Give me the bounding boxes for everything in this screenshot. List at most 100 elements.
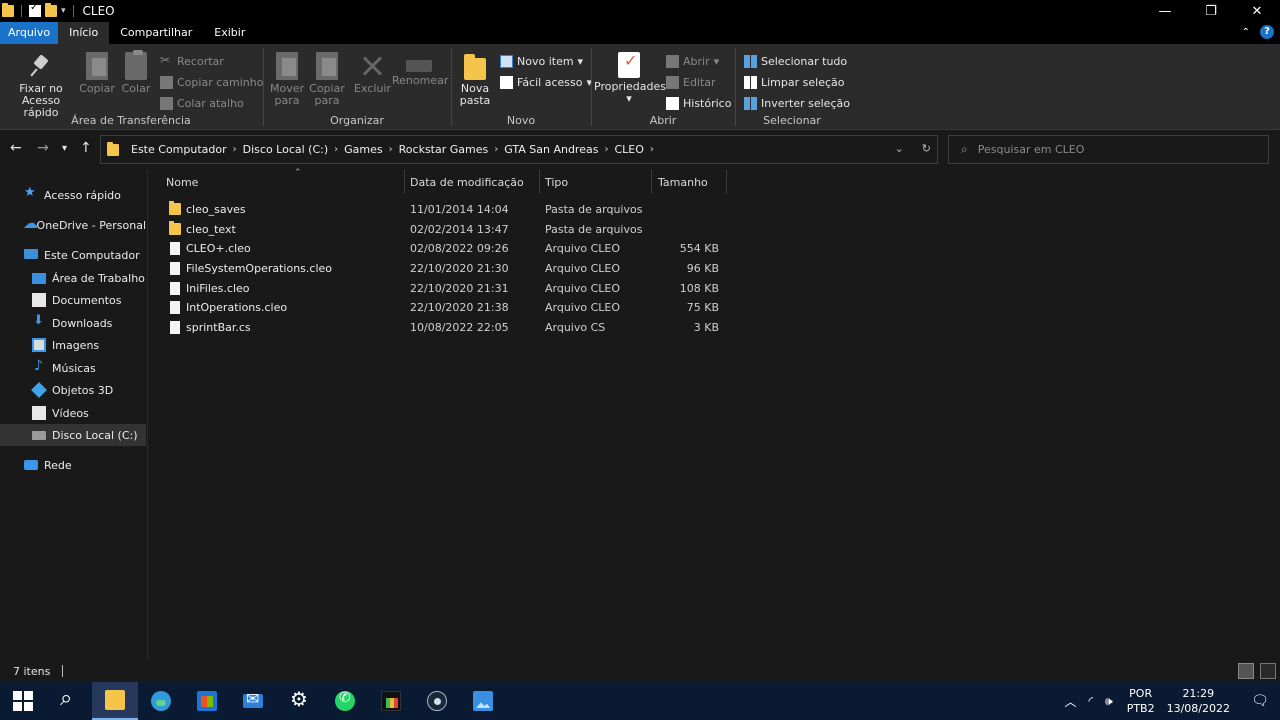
back-arrow-icon[interactable]: ← xyxy=(10,140,22,156)
chevron-right-icon[interactable]: › xyxy=(494,144,498,155)
file-row-cleo-saves[interactable]: cleo_saves 11/01/2014 14:04 Pasta de arq… xyxy=(149,199,739,219)
sidebar-item-quick-access[interactable]: Acesso rápido xyxy=(0,184,146,206)
properties-button[interactable]: Propriedades ▾ xyxy=(594,48,666,105)
breadcrumb-cleo[interactable]: CLEO xyxy=(614,143,643,156)
up-arrow-icon[interactable]: ↑ xyxy=(80,140,92,156)
close-button[interactable]: ✕ xyxy=(1234,0,1280,22)
sidebar-item-downloads[interactable]: Downloads xyxy=(0,312,146,334)
chevron-right-icon[interactable]: › xyxy=(334,144,338,155)
sidebar-item-network[interactable]: Rede xyxy=(0,454,146,476)
easy-access-button[interactable]: Fácil acesso ▾ xyxy=(500,73,592,91)
sidebar-item-pictures[interactable]: Imagens xyxy=(0,334,146,356)
chevron-right-icon[interactable]: › xyxy=(233,144,237,155)
taskbar-file-explorer[interactable] xyxy=(92,682,138,720)
taskbar-settings[interactable] xyxy=(276,682,322,720)
rename-button[interactable]: Renomear xyxy=(392,48,448,87)
recent-locations-icon[interactable]: ▾ xyxy=(62,143,67,154)
forward-arrow-icon[interactable]: → xyxy=(37,140,49,156)
chevron-right-icon[interactable]: › xyxy=(650,144,654,155)
copy-path-button[interactable]: Copiar caminho xyxy=(160,73,263,91)
column-divider[interactable] xyxy=(726,170,727,194)
new-folder-button[interactable]: Nova pasta xyxy=(456,48,494,107)
breadcrumb-local-disk[interactable]: Disco Local (C:) xyxy=(243,143,329,156)
cut-button[interactable]: Recortar xyxy=(160,52,224,70)
new-item-button[interactable]: Novo item ▾ xyxy=(500,52,583,70)
column-header-size[interactable]: Tamanho xyxy=(658,170,726,194)
edit-button[interactable]: Editar xyxy=(666,73,716,91)
pin-quick-access-button[interactable]: Fixar no Acesso rápido xyxy=(4,48,78,119)
sidebar-item-onedrive[interactable]: OneDrive - Personal xyxy=(0,214,146,236)
breadcrumb-rockstar[interactable]: Rockstar Games xyxy=(399,143,489,156)
column-header-type[interactable]: Tipo xyxy=(545,170,651,194)
sidebar-item-desktop[interactable]: Área de Trabalho xyxy=(0,267,146,289)
taskbar-task-manager[interactable] xyxy=(368,682,414,720)
move-to-button[interactable]: Mover para xyxy=(268,48,306,107)
copy-to-button[interactable]: Copiar para xyxy=(308,48,346,107)
sidebar-item-local-disk[interactable]: Disco Local (C:) xyxy=(0,424,146,446)
file-row-cleo-plus[interactable]: CLEO+.cleo 02/08/2022 09:26 Arquivo CLEO… xyxy=(149,238,739,258)
large-icons-view-icon[interactable] xyxy=(1260,663,1276,679)
minimize-button[interactable]: — xyxy=(1142,0,1188,22)
delete-button[interactable]: Excluir xyxy=(354,48,391,95)
sidebar-item-this-pc[interactable]: Este Computador xyxy=(0,244,146,266)
column-divider[interactable] xyxy=(651,170,652,194)
details-view-icon[interactable] xyxy=(1238,663,1254,679)
input-language[interactable]: POR PTB2 xyxy=(1127,686,1155,716)
address-bar[interactable]: Este Computador › Disco Local (C:) › Gam… xyxy=(100,135,938,164)
breadcrumb-gta[interactable]: GTA San Andreas xyxy=(504,143,598,156)
file-row-inifiles[interactable]: IniFiles.cleo 22/10/2020 21:31 Arquivo C… xyxy=(149,278,739,298)
file-row-cleo-text[interactable]: cleo_text 02/02/2014 13:47 Pasta de arqu… xyxy=(149,219,739,239)
tab-view[interactable]: Exibir xyxy=(203,22,256,44)
paste-button[interactable]: Colar xyxy=(118,48,154,95)
help-icon[interactable]: ? xyxy=(1260,25,1274,39)
file-row-filesystemoperations[interactable]: FileSystemOperations.cleo 22/10/2020 21:… xyxy=(149,258,739,278)
taskbar-mail[interactable] xyxy=(230,682,276,720)
tab-share[interactable]: Compartilhar xyxy=(109,22,203,44)
maximize-button[interactable]: ❐ xyxy=(1188,0,1234,22)
breadcrumb-this-pc[interactable]: Este Computador xyxy=(131,143,227,156)
select-all-button[interactable]: Selecionar tudo xyxy=(744,52,847,70)
chevron-right-icon[interactable]: › xyxy=(389,144,393,155)
chevron-right-icon[interactable]: › xyxy=(604,144,608,155)
taskbar-search-button[interactable] xyxy=(46,682,92,720)
sidebar-item-documents[interactable]: Documentos xyxy=(0,289,146,311)
file-row-sprintbar[interactable]: sprintBar.cs 10/08/2022 22:05 Arquivo CS… xyxy=(149,317,739,337)
search-input[interactable] xyxy=(977,143,1238,156)
tab-file[interactable]: Arquivo xyxy=(0,22,59,44)
taskbar-whatsapp[interactable] xyxy=(322,682,368,720)
wifi-icon[interactable]: ◜ xyxy=(1088,694,1093,708)
tab-home[interactable]: Início xyxy=(58,22,110,44)
paste-shortcut-button[interactable]: Colar atalho xyxy=(160,94,244,112)
properties-icon[interactable] xyxy=(29,2,41,17)
taskbar-store[interactable] xyxy=(184,682,230,720)
new-folder-icon[interactable] xyxy=(45,3,57,17)
file-row-intoperations[interactable]: IntOperations.cleo 22/10/2020 21:38 Arqu… xyxy=(149,297,739,317)
customize-toolbar-icon[interactable]: ▾ xyxy=(61,6,66,16)
taskbar-steam[interactable] xyxy=(414,682,460,720)
clock[interactable]: 21:29 13/08/2022 xyxy=(1167,686,1230,716)
show-hidden-icons-chevron-icon[interactable]: ︿ xyxy=(1064,693,1076,710)
volume-icon[interactable]: 🕪 xyxy=(1105,694,1113,709)
search-box[interactable]: ⌕ xyxy=(948,135,1269,164)
address-history-dropdown-icon[interactable]: ⌄ xyxy=(895,142,904,155)
column-header-date[interactable]: Data de modificação xyxy=(410,170,540,194)
notification-center-icon[interactable]: 🗨 xyxy=(1240,693,1280,709)
column-divider[interactable] xyxy=(404,170,405,194)
sidebar-item-3d-objects[interactable]: Objetos 3D xyxy=(0,379,146,401)
refresh-icon[interactable]: ↻ xyxy=(922,142,931,155)
delete-label: Excluir xyxy=(354,82,391,95)
collapse-ribbon-icon[interactable]: ⌃ xyxy=(1242,27,1250,38)
copy-button[interactable]: Copiar xyxy=(78,48,116,95)
column-header-name[interactable]: Nome ⌃ xyxy=(166,168,404,194)
breadcrumb-games[interactable]: Games xyxy=(344,143,382,156)
open-button[interactable]: Abrir ▾ xyxy=(666,52,719,70)
taskbar-photos[interactable] xyxy=(460,682,506,720)
start-button[interactable] xyxy=(0,682,46,720)
sidebar-item-music[interactable]: Músicas xyxy=(0,357,146,379)
column-divider[interactable] xyxy=(539,170,540,194)
taskbar-edge[interactable] xyxy=(138,682,184,720)
invert-selection-button[interactable]: Inverter seleção xyxy=(744,94,850,112)
select-none-button[interactable]: Limpar seleção xyxy=(744,73,844,91)
history-button[interactable]: Histórico xyxy=(666,94,731,112)
sidebar-item-videos[interactable]: Vídeos xyxy=(0,402,146,424)
